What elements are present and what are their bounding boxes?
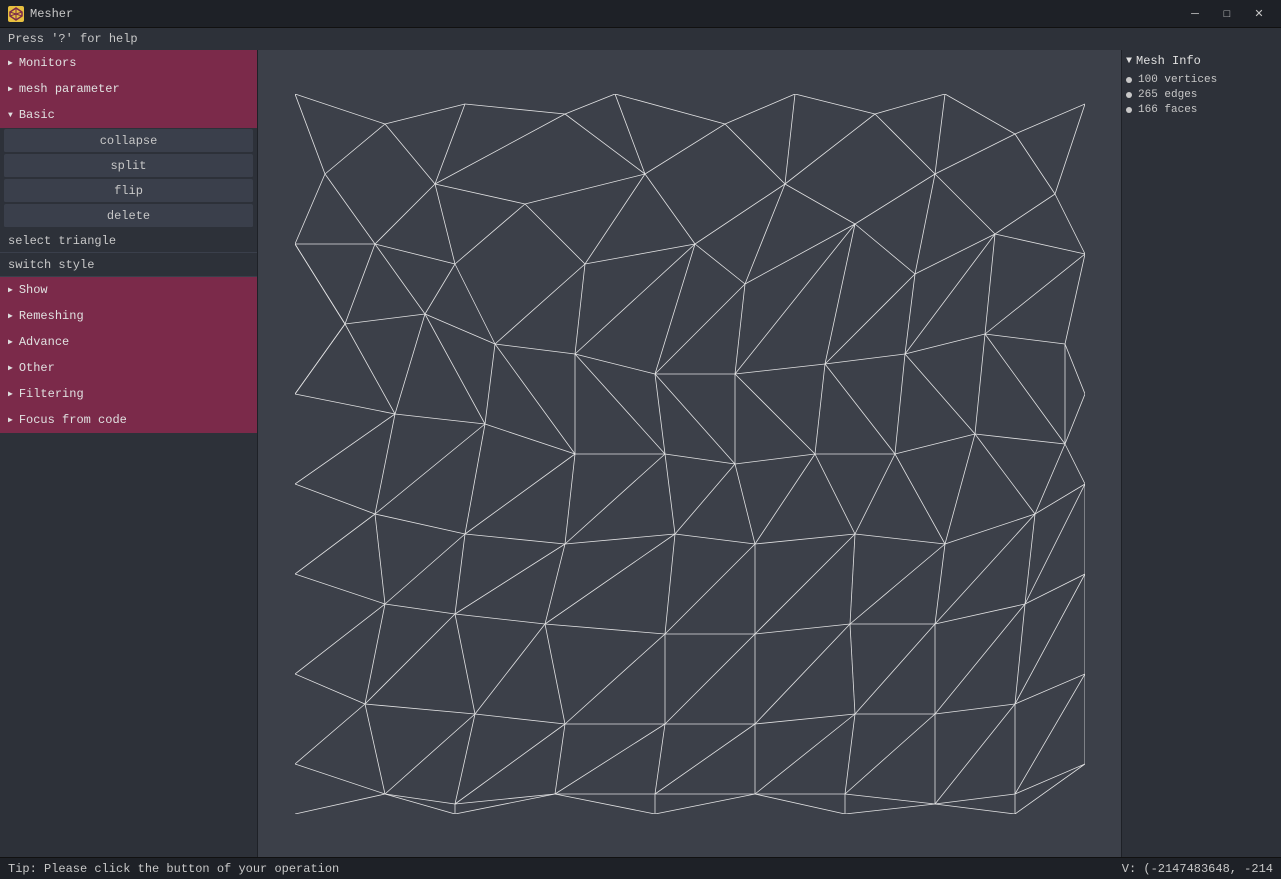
vertices-count: 100 vertices (1138, 74, 1217, 86)
split-button[interactable]: split (4, 154, 253, 178)
sidebar-item-advance[interactable]: ▶ Advance (0, 329, 257, 355)
sidebar-item-focus-from-code[interactable]: ▶ Focus from code (0, 407, 257, 433)
titlebar-controls: ─ □ ✕ (1181, 3, 1273, 25)
other-collapse-icon: ▶ (8, 363, 13, 373)
basic-label: Basic (19, 108, 55, 122)
content: ▶ Monitors ▶ mesh parameter ▼ Basic coll… (0, 50, 1281, 857)
titlebar-left: Mesher (8, 6, 73, 22)
close-button[interactable]: ✕ (1245, 3, 1273, 25)
status-tip: Tip: Please click the button of your ope… (8, 862, 339, 876)
right-panel: ▼ Mesh Info 100 vertices 265 edges 166 f… (1121, 50, 1281, 857)
sidebar-item-mesh-parameter[interactable]: ▶ mesh parameter (0, 76, 257, 102)
status-bar: Tip: Please click the button of your ope… (0, 857, 1281, 879)
mesh-info-title: Mesh Info (1136, 54, 1201, 68)
vertices-info: 100 vertices (1126, 74, 1277, 86)
flip-button[interactable]: flip (4, 179, 253, 203)
filtering-label: Filtering (19, 387, 84, 401)
main-area: Press '?' for help ▶ Monitors ▶ mesh par… (0, 28, 1281, 879)
titlebar: Mesher ─ □ ✕ (0, 0, 1281, 28)
sidebar-item-remeshing[interactable]: ▶ Remeshing (0, 303, 257, 329)
sidebar: ▶ Monitors ▶ mesh parameter ▼ Basic coll… (0, 50, 258, 857)
switch-style-item[interactable]: switch style (0, 253, 257, 277)
mesh-parameter-label: mesh parameter (19, 82, 120, 96)
advance-label: Advance (19, 335, 69, 349)
remeshing-label: Remeshing (19, 309, 84, 323)
collapse-button[interactable]: collapse (4, 129, 253, 153)
faces-info: 166 faces (1126, 104, 1277, 116)
faces-bullet (1126, 107, 1132, 113)
app-icon (8, 6, 24, 22)
delete-button[interactable]: delete (4, 204, 253, 228)
mesh-info-triangle-icon: ▼ (1126, 56, 1132, 67)
faces-count: 166 faces (1138, 104, 1197, 116)
focus-from-code-label: Focus from code (19, 413, 127, 427)
sidebar-item-monitors[interactable]: ▶ Monitors (0, 50, 257, 76)
show-label: Show (19, 283, 48, 297)
advance-collapse-icon: ▶ (8, 337, 13, 347)
edges-count: 265 edges (1138, 89, 1197, 101)
titlebar-title: Mesher (30, 7, 73, 21)
sidebar-item-filtering[interactable]: ▶ Filtering (0, 381, 257, 407)
monitors-collapse-icon: ▶ (8, 58, 13, 68)
monitors-label: Monitors (19, 56, 77, 70)
sidebar-item-basic[interactable]: ▼ Basic (0, 102, 257, 128)
filtering-collapse-icon: ▶ (8, 389, 13, 399)
focus-from-code-collapse-icon: ▶ (8, 415, 13, 425)
maximize-button[interactable]: □ (1213, 3, 1241, 25)
mesh-parameter-collapse-icon: ▶ (8, 84, 13, 94)
info-bar: Press '?' for help (0, 28, 1281, 50)
select-triangle-item[interactable]: select triangle (0, 229, 257, 253)
show-collapse-icon: ▶ (8, 285, 13, 295)
vertices-bullet (1126, 77, 1132, 83)
sidebar-item-other[interactable]: ▶ Other (0, 355, 257, 381)
minimize-button[interactable]: ─ (1181, 3, 1209, 25)
other-label: Other (19, 361, 55, 375)
canvas-area[interactable] (258, 50, 1121, 857)
remeshing-collapse-icon: ▶ (8, 311, 13, 321)
edges-bullet (1126, 92, 1132, 98)
help-hint: Press '?' for help (8, 32, 138, 46)
basic-collapse-icon: ▼ (8, 111, 13, 120)
status-coordinates: V: (-2147483648, -214 (1122, 862, 1273, 876)
sidebar-item-show[interactable]: ▶ Show (0, 277, 257, 303)
mesh-info-header: ▼ Mesh Info (1126, 54, 1277, 68)
edges-info: 265 edges (1126, 89, 1277, 101)
mesh-canvas (295, 94, 1085, 814)
